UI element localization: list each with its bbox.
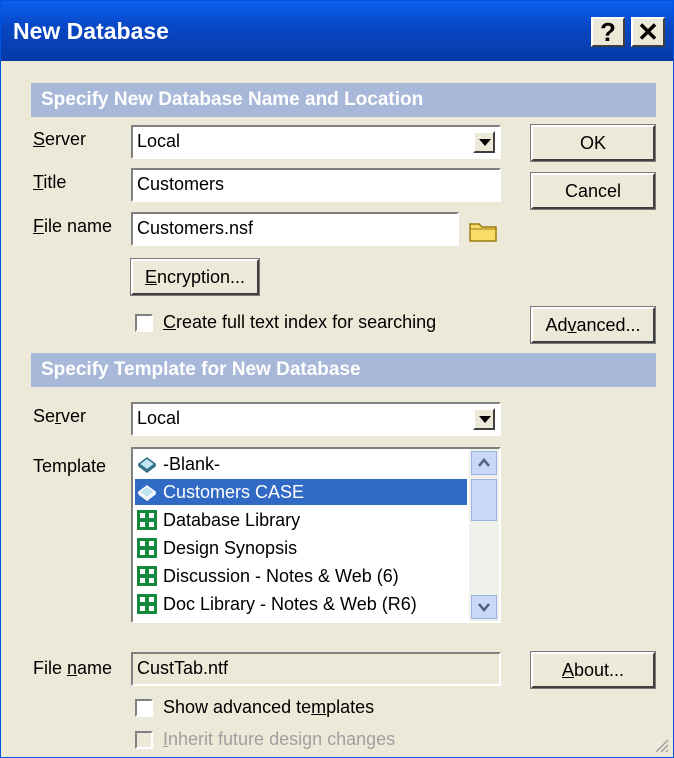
scroll-up-icon[interactable] xyxy=(471,451,497,475)
notes-template-icon xyxy=(137,594,157,614)
server-combo[interactable]: Local xyxy=(131,125,501,159)
new-database-dialog: New Database ? ✕ Specify New Database Na… xyxy=(0,0,674,758)
blank-database-icon xyxy=(137,485,157,501)
scroll-down-icon[interactable] xyxy=(471,595,497,619)
server-value: Local xyxy=(137,131,181,151)
inherit-label: Inherit future design changes xyxy=(163,729,396,749)
template-list[interactable]: -Blank- Customers CASE Database Library xyxy=(131,447,501,623)
ok-button[interactable]: OK xyxy=(530,124,656,162)
close-button[interactable]: ✕ xyxy=(631,17,665,47)
template-server-combo[interactable]: Local xyxy=(131,402,501,436)
show-advanced-label: Show advanced templates xyxy=(163,697,375,717)
list-item[interactable]: Customers CASE xyxy=(135,479,467,505)
encryption-button[interactable]: Encryption... xyxy=(130,258,260,296)
template-section-header: Specify Template for New Database xyxy=(31,353,656,387)
location-section-header: Specify New Database Name and Location xyxy=(31,83,656,117)
server-label: Server xyxy=(33,129,87,149)
about-button[interactable]: About... xyxy=(530,651,656,689)
title-label: Title xyxy=(33,172,67,192)
scroll-thumb[interactable] xyxy=(471,479,497,521)
template-list-scrollbar[interactable] xyxy=(469,449,499,621)
window-title: New Database xyxy=(13,18,169,44)
title-input[interactable]: Customers xyxy=(131,168,501,202)
template-server-value: Local xyxy=(137,408,181,428)
template-server-label: Server xyxy=(33,406,87,426)
fulltext-checkbox[interactable] xyxy=(135,314,153,332)
advanced-button[interactable]: Advanced... xyxy=(530,306,656,344)
notes-template-icon xyxy=(137,566,157,586)
template-filename-label: File name xyxy=(33,658,113,678)
resize-grip-icon[interactable] xyxy=(653,737,669,753)
title-bar[interactable]: New Database ? ✕ xyxy=(1,1,673,61)
list-item[interactable]: -Blank- xyxy=(135,451,467,477)
inherit-checkbox xyxy=(135,731,153,749)
notes-template-icon xyxy=(137,510,157,530)
notes-template-icon xyxy=(137,538,157,558)
server-dropdown-icon[interactable] xyxy=(473,131,495,153)
list-item[interactable]: Doc Library - Notes & Web (R6) xyxy=(135,591,467,617)
blank-database-icon xyxy=(137,457,157,473)
filename-input[interactable]: Customers.nsf xyxy=(131,212,459,246)
filename-label: File name xyxy=(33,216,113,236)
list-item[interactable]: Discussion - Notes & Web (6) xyxy=(135,563,467,589)
list-item[interactable]: Database Library xyxy=(135,507,467,533)
template-filename-field: CustTab.ntf xyxy=(131,652,501,686)
fulltext-label: Create full text index for searching xyxy=(163,312,437,332)
template-server-dropdown-icon[interactable] xyxy=(473,408,495,430)
template-label: Template xyxy=(33,456,107,476)
cancel-button[interactable]: Cancel xyxy=(530,172,656,210)
folder-icon[interactable] xyxy=(466,216,500,246)
list-item[interactable]: Design Synopsis xyxy=(135,535,467,561)
show-advanced-checkbox[interactable] xyxy=(135,699,153,717)
help-button[interactable]: ? xyxy=(591,17,625,47)
